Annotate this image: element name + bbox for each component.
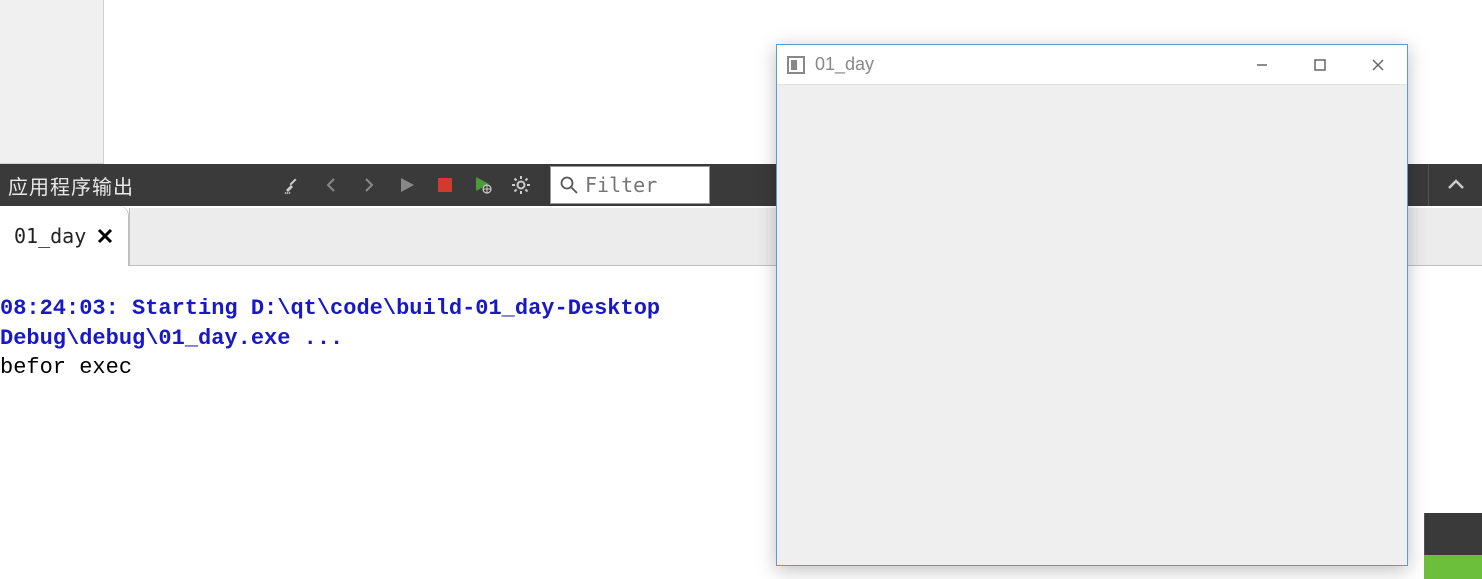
minimize-icon bbox=[1255, 58, 1269, 72]
search-icon bbox=[559, 175, 579, 195]
close-icon bbox=[96, 227, 114, 245]
next-button[interactable] bbox=[350, 164, 388, 206]
close-window-button[interactable] bbox=[1349, 45, 1407, 84]
app-window[interactable]: 01_day bbox=[776, 44, 1408, 566]
maximize-button[interactable] bbox=[1291, 45, 1349, 84]
toolbar-icon-group bbox=[274, 164, 540, 206]
output-line: 08:24:03: Starting D:\qt\code\build-01_d… bbox=[0, 296, 660, 321]
gear-icon bbox=[511, 175, 531, 195]
filter-input[interactable] bbox=[585, 173, 701, 197]
app-titlebar[interactable]: 01_day bbox=[777, 45, 1407, 85]
bottom-bar-stub-green bbox=[1424, 555, 1482, 579]
maximize-icon bbox=[1313, 58, 1327, 72]
broom-icon bbox=[283, 175, 303, 195]
window-controls bbox=[1233, 45, 1407, 84]
filter-box[interactable] bbox=[550, 166, 710, 204]
app-window-body[interactable] bbox=[777, 85, 1407, 565]
minimize-button[interactable] bbox=[1233, 45, 1291, 84]
tab-label: 01_day bbox=[14, 224, 86, 248]
settings-button[interactable] bbox=[502, 164, 540, 206]
prev-button[interactable] bbox=[312, 164, 350, 206]
play-icon bbox=[398, 176, 416, 194]
chevron-left-icon bbox=[323, 177, 339, 193]
stop-button[interactable] bbox=[426, 164, 464, 206]
output-tab[interactable]: 01_day bbox=[0, 206, 129, 266]
collapse-panel-button[interactable] bbox=[1428, 164, 1482, 206]
output-line: befor exec bbox=[0, 355, 132, 380]
panel-title: 应用程序输出 bbox=[0, 171, 154, 200]
app-window-title: 01_day bbox=[815, 54, 874, 75]
bottom-bar-stub-dark bbox=[1424, 513, 1482, 555]
output-line: Debug\debug\01_day.exe ... bbox=[0, 326, 343, 351]
chevron-up-icon bbox=[1446, 178, 1466, 192]
chevron-right-icon bbox=[361, 177, 377, 193]
stop-icon bbox=[436, 176, 454, 194]
app-icon bbox=[787, 56, 805, 74]
sidebar-stub bbox=[0, 0, 104, 164]
close-icon bbox=[1371, 58, 1385, 72]
tab-close-button[interactable] bbox=[96, 227, 114, 245]
clear-button[interactable] bbox=[274, 164, 312, 206]
run-button[interactable] bbox=[388, 164, 426, 206]
debug-run-icon bbox=[473, 175, 493, 195]
debug-run-button[interactable] bbox=[464, 164, 502, 206]
